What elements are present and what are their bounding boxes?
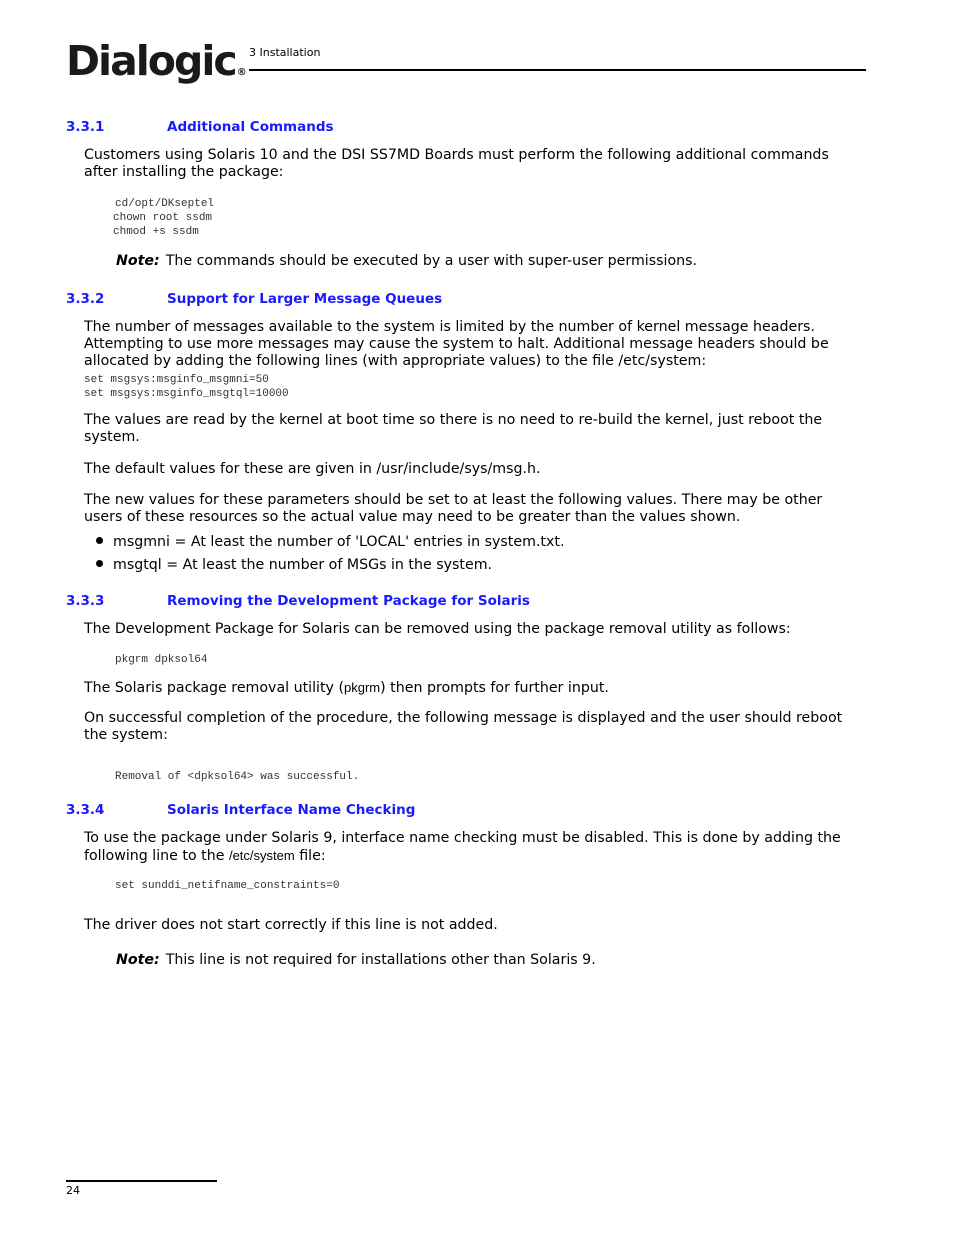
code-line: set msgsys:msginfo_msgtql=10000 <box>84 388 289 400</box>
section-heading-3-3-3: 3.3.3 Removing the Development Package fo… <box>66 593 530 609</box>
paragraph: Customers using Solaris 10 and the DSI S… <box>84 147 829 180</box>
section-heading-3-3-4: 3.3.4 Solaris Interface Name Checking <box>66 802 416 818</box>
code-line: pkgrm dpksol64 <box>115 654 208 666</box>
code-line: set sunddi_netifname_constraints=0 <box>115 880 340 892</box>
note: Note: This line is not required for insta… <box>116 952 596 968</box>
paragraph: The driver does not start correctly if t… <box>84 917 498 933</box>
footer-divider <box>66 1180 217 1182</box>
paragraph: The new values for these parameters shou… <box>84 492 823 525</box>
note: Note: The commands should be executed by … <box>116 253 698 269</box>
bullet-item: msgtql = At least the number of MSGs in … <box>96 557 492 573</box>
page-number: 24 <box>66 1184 80 1197</box>
code-line: set msgsys:msginfo_msgmni=50 <box>84 374 269 386</box>
code-line: chmod +s ssdm <box>113 226 199 238</box>
bullet-icon <box>96 560 103 567</box>
code-line: cd/opt/DKseptel <box>115 198 215 210</box>
registered-mark: ® <box>236 67 247 78</box>
paragraph: The number of messages available to the … <box>84 319 829 369</box>
section-heading-3-3-1: 3.3.1 Additional Commands <box>66 119 334 135</box>
bullet-icon <box>96 537 103 544</box>
paragraph: To use the package under Solaris 9, inte… <box>84 830 841 864</box>
section-heading-3-3-2: 3.3.2 Support for Larger Message Queues <box>66 291 443 307</box>
paragraph: On successful completion of the procedur… <box>84 710 843 743</box>
paragraph: The Development Package for Solaris can … <box>84 621 791 637</box>
dialogic-logo: Dialogic® <box>66 37 247 85</box>
paragraph: The default values for these are given i… <box>84 461 541 477</box>
header-divider <box>249 69 866 71</box>
code-line: chown root ssdm <box>113 212 213 224</box>
code-line: Removal of <dpksol64> was successful. <box>115 771 360 783</box>
chapter-title: 3 Installation <box>249 46 321 59</box>
bullet-item: msgmni = At least the number of 'LOCAL' … <box>96 534 564 550</box>
paragraph: The Solaris package removal utility (pkg… <box>84 680 609 696</box>
paragraph: The values are read by the kernel at boo… <box>84 412 823 445</box>
